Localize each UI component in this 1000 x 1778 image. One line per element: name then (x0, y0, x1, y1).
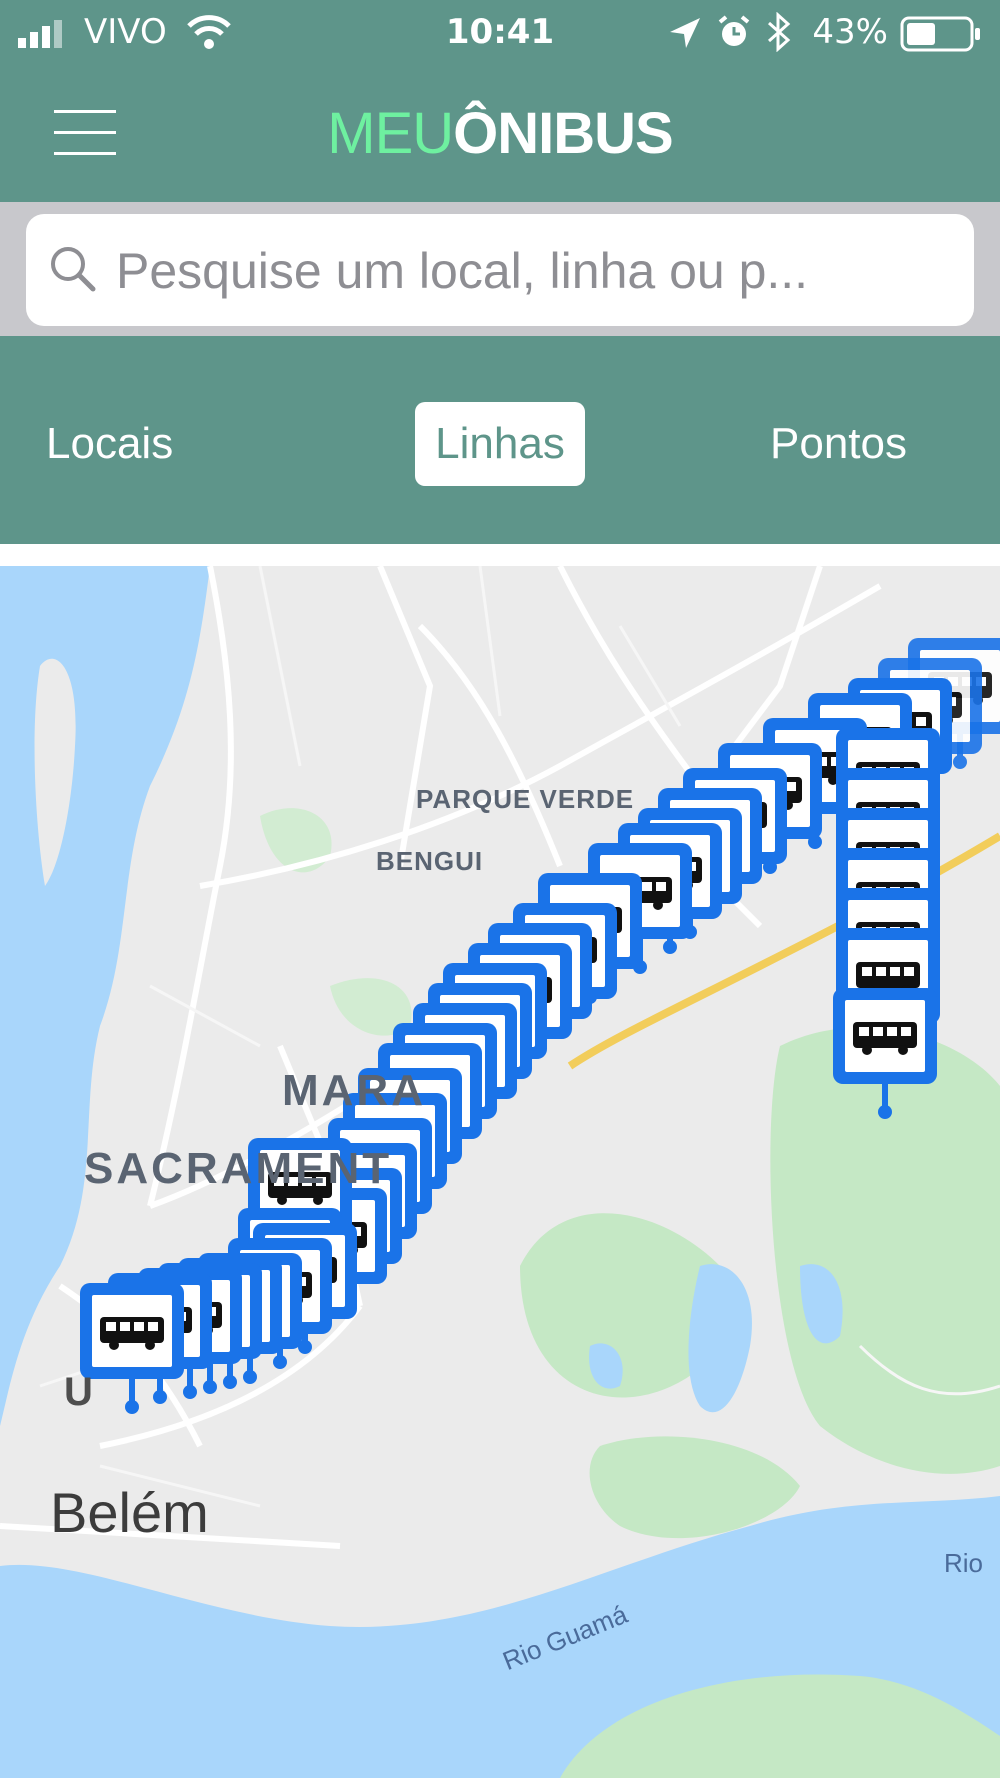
search-box[interactable] (26, 214, 974, 328)
map-label-marambaia: MARA (282, 1066, 426, 1115)
map-label-sacramenta: SACRAMENT (84, 1144, 393, 1193)
segment-tabs: Locais Linhas Pontos (0, 336, 1000, 544)
map-view[interactable]: PARQUE VERDE BENGUI MARA SACRAMENT U Bel… (0, 566, 1000, 1778)
logo-text-meu: MEU (327, 101, 454, 166)
map-label-belem: Belém (50, 1481, 209, 1544)
battery-icon (900, 16, 980, 52)
tab-locais[interactable]: Locais (46, 402, 173, 486)
map-label-bengui: BENGUI (376, 846, 484, 876)
logo-text-onibus: ÔNIBUS (453, 101, 674, 166)
search-input[interactable] (114, 214, 958, 328)
tab-linhas[interactable]: Linhas (415, 402, 585, 486)
search-bar-container (0, 202, 1000, 336)
search-icon (51, 247, 96, 292)
map-label-parque-verde: PARQUE VERDE (416, 784, 635, 814)
app-logo: MEUÔNIBUS (0, 100, 1000, 167)
bluetooth-icon (767, 12, 791, 52)
map-label-rio: Rio (944, 1548, 984, 1578)
battery-percentage: 43% (812, 12, 888, 52)
map-label-u: U (64, 1370, 94, 1414)
alarm-icon (718, 15, 750, 46)
status-bar: VIVO 10:41 43% (0, 0, 1000, 70)
app-header: MEUÔNIBUS (0, 70, 1000, 202)
location-arrow-icon (670, 18, 700, 48)
tab-pontos[interactable]: Pontos (770, 402, 907, 486)
